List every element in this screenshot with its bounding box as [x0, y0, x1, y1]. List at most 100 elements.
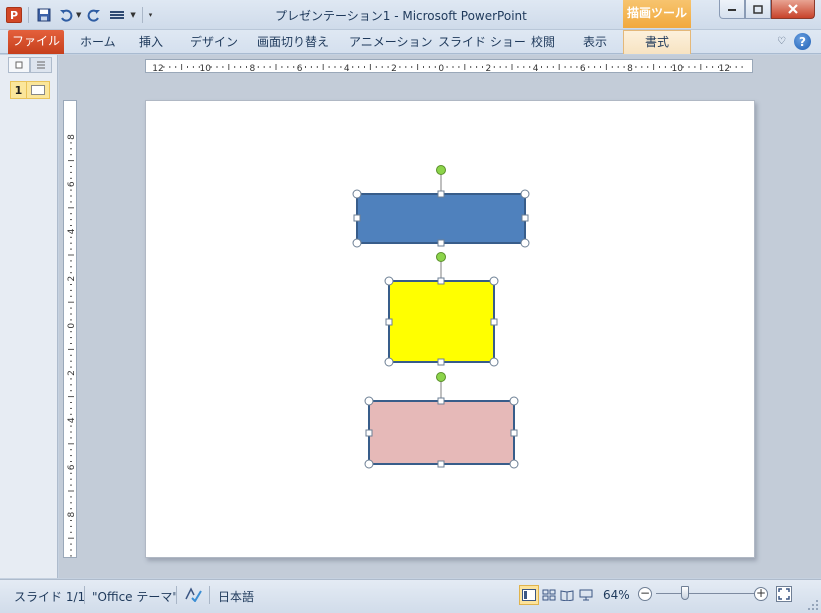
resize-handle[interactable]	[353, 214, 361, 222]
tab-format[interactable]: 書式	[623, 30, 691, 54]
status-bar: スライド 1/1 "Office テーマ" 日本語 64% − +	[0, 579, 821, 613]
spell-check-icon[interactable]	[183, 584, 203, 604]
resize-handle[interactable]	[521, 214, 529, 222]
normal-view-icon[interactable]	[519, 585, 539, 605]
blue-rectangle[interactable]	[356, 193, 526, 244]
ruler-label: 4	[344, 64, 350, 73]
rotation-handle[interactable]	[436, 372, 446, 382]
slide-canvas[interactable]	[145, 100, 755, 558]
ruler-label: 8	[627, 64, 633, 73]
ruler-label: 8	[250, 64, 256, 73]
rotation-handle[interactable]	[436, 252, 446, 262]
tab-transitions[interactable]: 画面切り替え	[257, 32, 329, 54]
resize-handle[interactable]	[520, 189, 530, 199]
resize-handle[interactable]	[489, 276, 499, 286]
resize-handle[interactable]	[365, 429, 373, 437]
ruler-label: 0	[438, 64, 444, 73]
ruler-label: 6	[580, 64, 586, 73]
resize-handle[interactable]	[437, 358, 445, 366]
resize-handle[interactable]	[352, 238, 362, 248]
slide-shapes-layer	[352, 165, 530, 469]
resize-handle[interactable]	[364, 459, 374, 469]
resize-handle[interactable]	[437, 239, 445, 247]
help-icon[interactable]: ?	[794, 33, 811, 50]
slide-thumbnail-row[interactable]: 1	[10, 81, 50, 99]
tab-file[interactable]: ファイル	[8, 30, 64, 54]
tab-slideshow[interactable]: スライド ショー	[438, 32, 526, 54]
customize-icon[interactable]	[107, 6, 129, 24]
resize-handle[interactable]	[509, 396, 519, 406]
ruler-label: 0	[67, 323, 77, 329]
powerpoint-logo-icon[interactable]: P	[6, 7, 22, 23]
status-separator	[209, 586, 210, 604]
blue-rectangle-group[interactable]	[352, 165, 530, 248]
vertical-ruler: 8 6 4 2 0 2 4 6 8	[63, 100, 77, 558]
slideshow-view-icon[interactable]	[576, 585, 596, 605]
slide-number: 1	[10, 81, 26, 99]
ruler-label: 2	[67, 370, 77, 376]
tab-review[interactable]: 校閲	[531, 32, 555, 54]
tab-insert[interactable]: 挿入	[139, 32, 163, 54]
customize-dropdown-icon[interactable]: ▼	[130, 11, 135, 19]
close-button[interactable]	[771, 0, 815, 19]
resize-handle[interactable]	[384, 357, 394, 367]
tab-home[interactable]: ホーム	[80, 32, 116, 54]
rotation-handle[interactable]	[436, 165, 446, 175]
resize-handle[interactable]	[509, 459, 519, 469]
yellow-rectangle-group[interactable]	[384, 252, 499, 367]
yellow-rectangle[interactable]	[388, 280, 495, 363]
ruler-label: 12	[152, 64, 163, 73]
zoom-level[interactable]: 64%	[603, 588, 630, 602]
slide-thumbnail-pane: 1	[0, 55, 58, 578]
pink-rectangle[interactable]	[368, 400, 515, 465]
slide-thumbnail[interactable]	[26, 81, 50, 99]
status-separator	[84, 586, 85, 604]
qat-menu-icon[interactable]: ▾	[149, 11, 153, 19]
pane-tabs	[8, 57, 52, 73]
resize-grip-icon[interactable]	[807, 599, 819, 611]
save-icon[interactable]	[35, 6, 53, 24]
resize-handle[interactable]	[384, 276, 394, 286]
quick-access-toolbar: P ▼ ▼ ▾	[6, 6, 152, 24]
tab-view[interactable]: 表示	[583, 32, 607, 54]
resize-handle[interactable]	[437, 397, 445, 405]
resize-handle[interactable]	[490, 318, 498, 326]
slides-tab-icon[interactable]	[8, 57, 30, 73]
zoom-out-button[interactable]: −	[638, 587, 652, 601]
ribbon-tab-bar: ファイル ホーム 挿入 デザイン 画面切り替え アニメーション スライド ショー…	[0, 30, 821, 54]
resize-handle[interactable]	[364, 396, 374, 406]
status-separator	[176, 586, 177, 604]
zoom-slider-thumb[interactable]	[681, 586, 689, 600]
resize-handle[interactable]	[489, 357, 499, 367]
resize-handle[interactable]	[437, 190, 445, 198]
fit-slide-icon[interactable]	[776, 586, 792, 602]
minimize-button[interactable]	[719, 0, 745, 19]
slide-sorter-view-icon[interactable]	[539, 585, 559, 605]
window-controls	[719, 0, 815, 19]
reading-view-icon[interactable]	[557, 585, 577, 605]
maximize-button[interactable]	[745, 0, 771, 19]
tab-design[interactable]: デザイン	[190, 32, 238, 54]
ruler-label: 8	[67, 511, 77, 517]
pink-rectangle-group[interactable]	[364, 372, 519, 469]
language-indicator[interactable]: 日本語	[218, 588, 254, 605]
resize-handle[interactable]	[520, 238, 530, 248]
undo-icon[interactable]	[57, 6, 75, 24]
zoom-in-button[interactable]: +	[754, 587, 768, 601]
undo-dropdown-icon[interactable]: ▼	[76, 11, 81, 19]
theme-name[interactable]: "Office テーマ"	[92, 588, 178, 605]
resize-handle[interactable]	[385, 318, 393, 326]
ruler-label: 4	[67, 228, 77, 234]
ribbon-minimize-icon[interactable]: ♡	[777, 36, 786, 47]
redo-icon[interactable]	[85, 6, 103, 24]
ruler-label: 12	[719, 64, 730, 73]
resize-handle[interactable]	[352, 189, 362, 199]
zoom-slider-track[interactable]	[656, 593, 756, 594]
tab-animations[interactable]: アニメーション	[349, 32, 433, 54]
outline-tab-icon[interactable]	[30, 57, 52, 73]
maximize-icon	[753, 4, 763, 14]
window-title: プレゼンテーション1 - Microsoft PowerPoint	[275, 9, 527, 23]
resize-handle[interactable]	[437, 460, 445, 468]
resize-handle[interactable]	[437, 277, 445, 285]
resize-handle[interactable]	[510, 429, 518, 437]
